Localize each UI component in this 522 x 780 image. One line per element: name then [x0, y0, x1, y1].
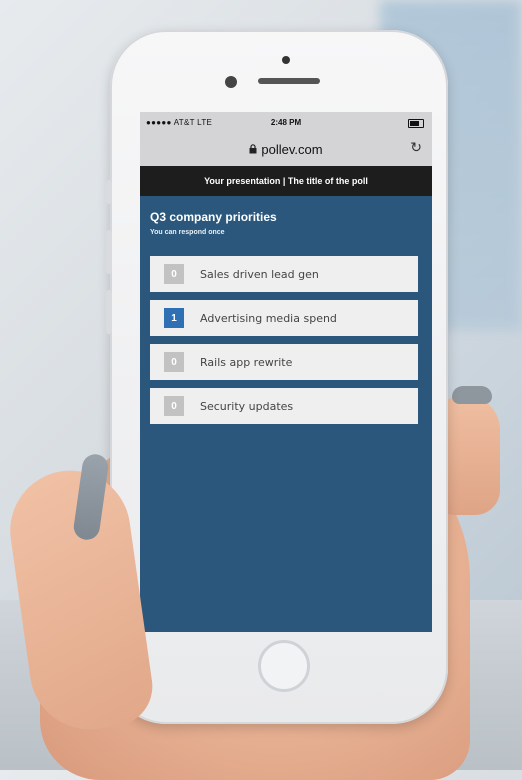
reload-icon[interactable]: ↻ — [410, 140, 422, 156]
phone-screen: ●●●●● AT&T LTE 2:48 PM pollev.com ↻ Your… — [140, 112, 432, 632]
vote-count-badge: 0 — [164, 352, 184, 372]
fingernail — [452, 386, 492, 404]
poll-option-label: Sales driven lead gen — [200, 267, 319, 281]
phone-speaker — [258, 78, 320, 84]
battery-icon — [408, 119, 424, 128]
poll-option-label: Advertising media spend — [200, 311, 337, 325]
phone-mute-switch — [106, 180, 112, 204]
poll-title: Q3 company priorities — [150, 210, 277, 224]
lock-icon — [249, 144, 257, 157]
poll-option-label: Security updates — [200, 399, 294, 413]
vote-count-badge: 0 — [164, 396, 184, 416]
home-button[interactable] — [258, 640, 310, 692]
status-bar: ●●●●● AT&T LTE 2:48 PM — [140, 112, 432, 134]
status-time: 2:48 PM — [270, 118, 302, 127]
poll-options: 0 Sales driven lead gen 1 Advertising me… — [150, 256, 418, 432]
poll-option-label: Rails app rewrite — [200, 355, 293, 369]
presentation-header: Your presentation | The title of the pol… — [140, 166, 432, 196]
vote-count-badge: 1 — [164, 308, 184, 328]
phone-volume-down — [106, 290, 112, 334]
phone-sensor — [282, 56, 290, 64]
poll-option[interactable]: 0 Rails app rewrite — [150, 344, 418, 380]
poll-subtitle: You can respond once — [150, 229, 225, 236]
phone-volume-up — [106, 230, 112, 274]
address-bar-text[interactable]: pollev.com — [140, 142, 432, 157]
poll-option[interactable]: 0 Sales driven lead gen — [150, 256, 418, 292]
address-bar[interactable]: pollev.com ↻ — [140, 134, 432, 166]
url-text: pollev.com — [261, 142, 323, 157]
front-camera — [225, 76, 237, 88]
poll-option[interactable]: 1 Advertising media spend — [150, 300, 418, 336]
vote-count-badge: 0 — [164, 264, 184, 284]
poll-option[interactable]: 0 Security updates — [150, 388, 418, 424]
